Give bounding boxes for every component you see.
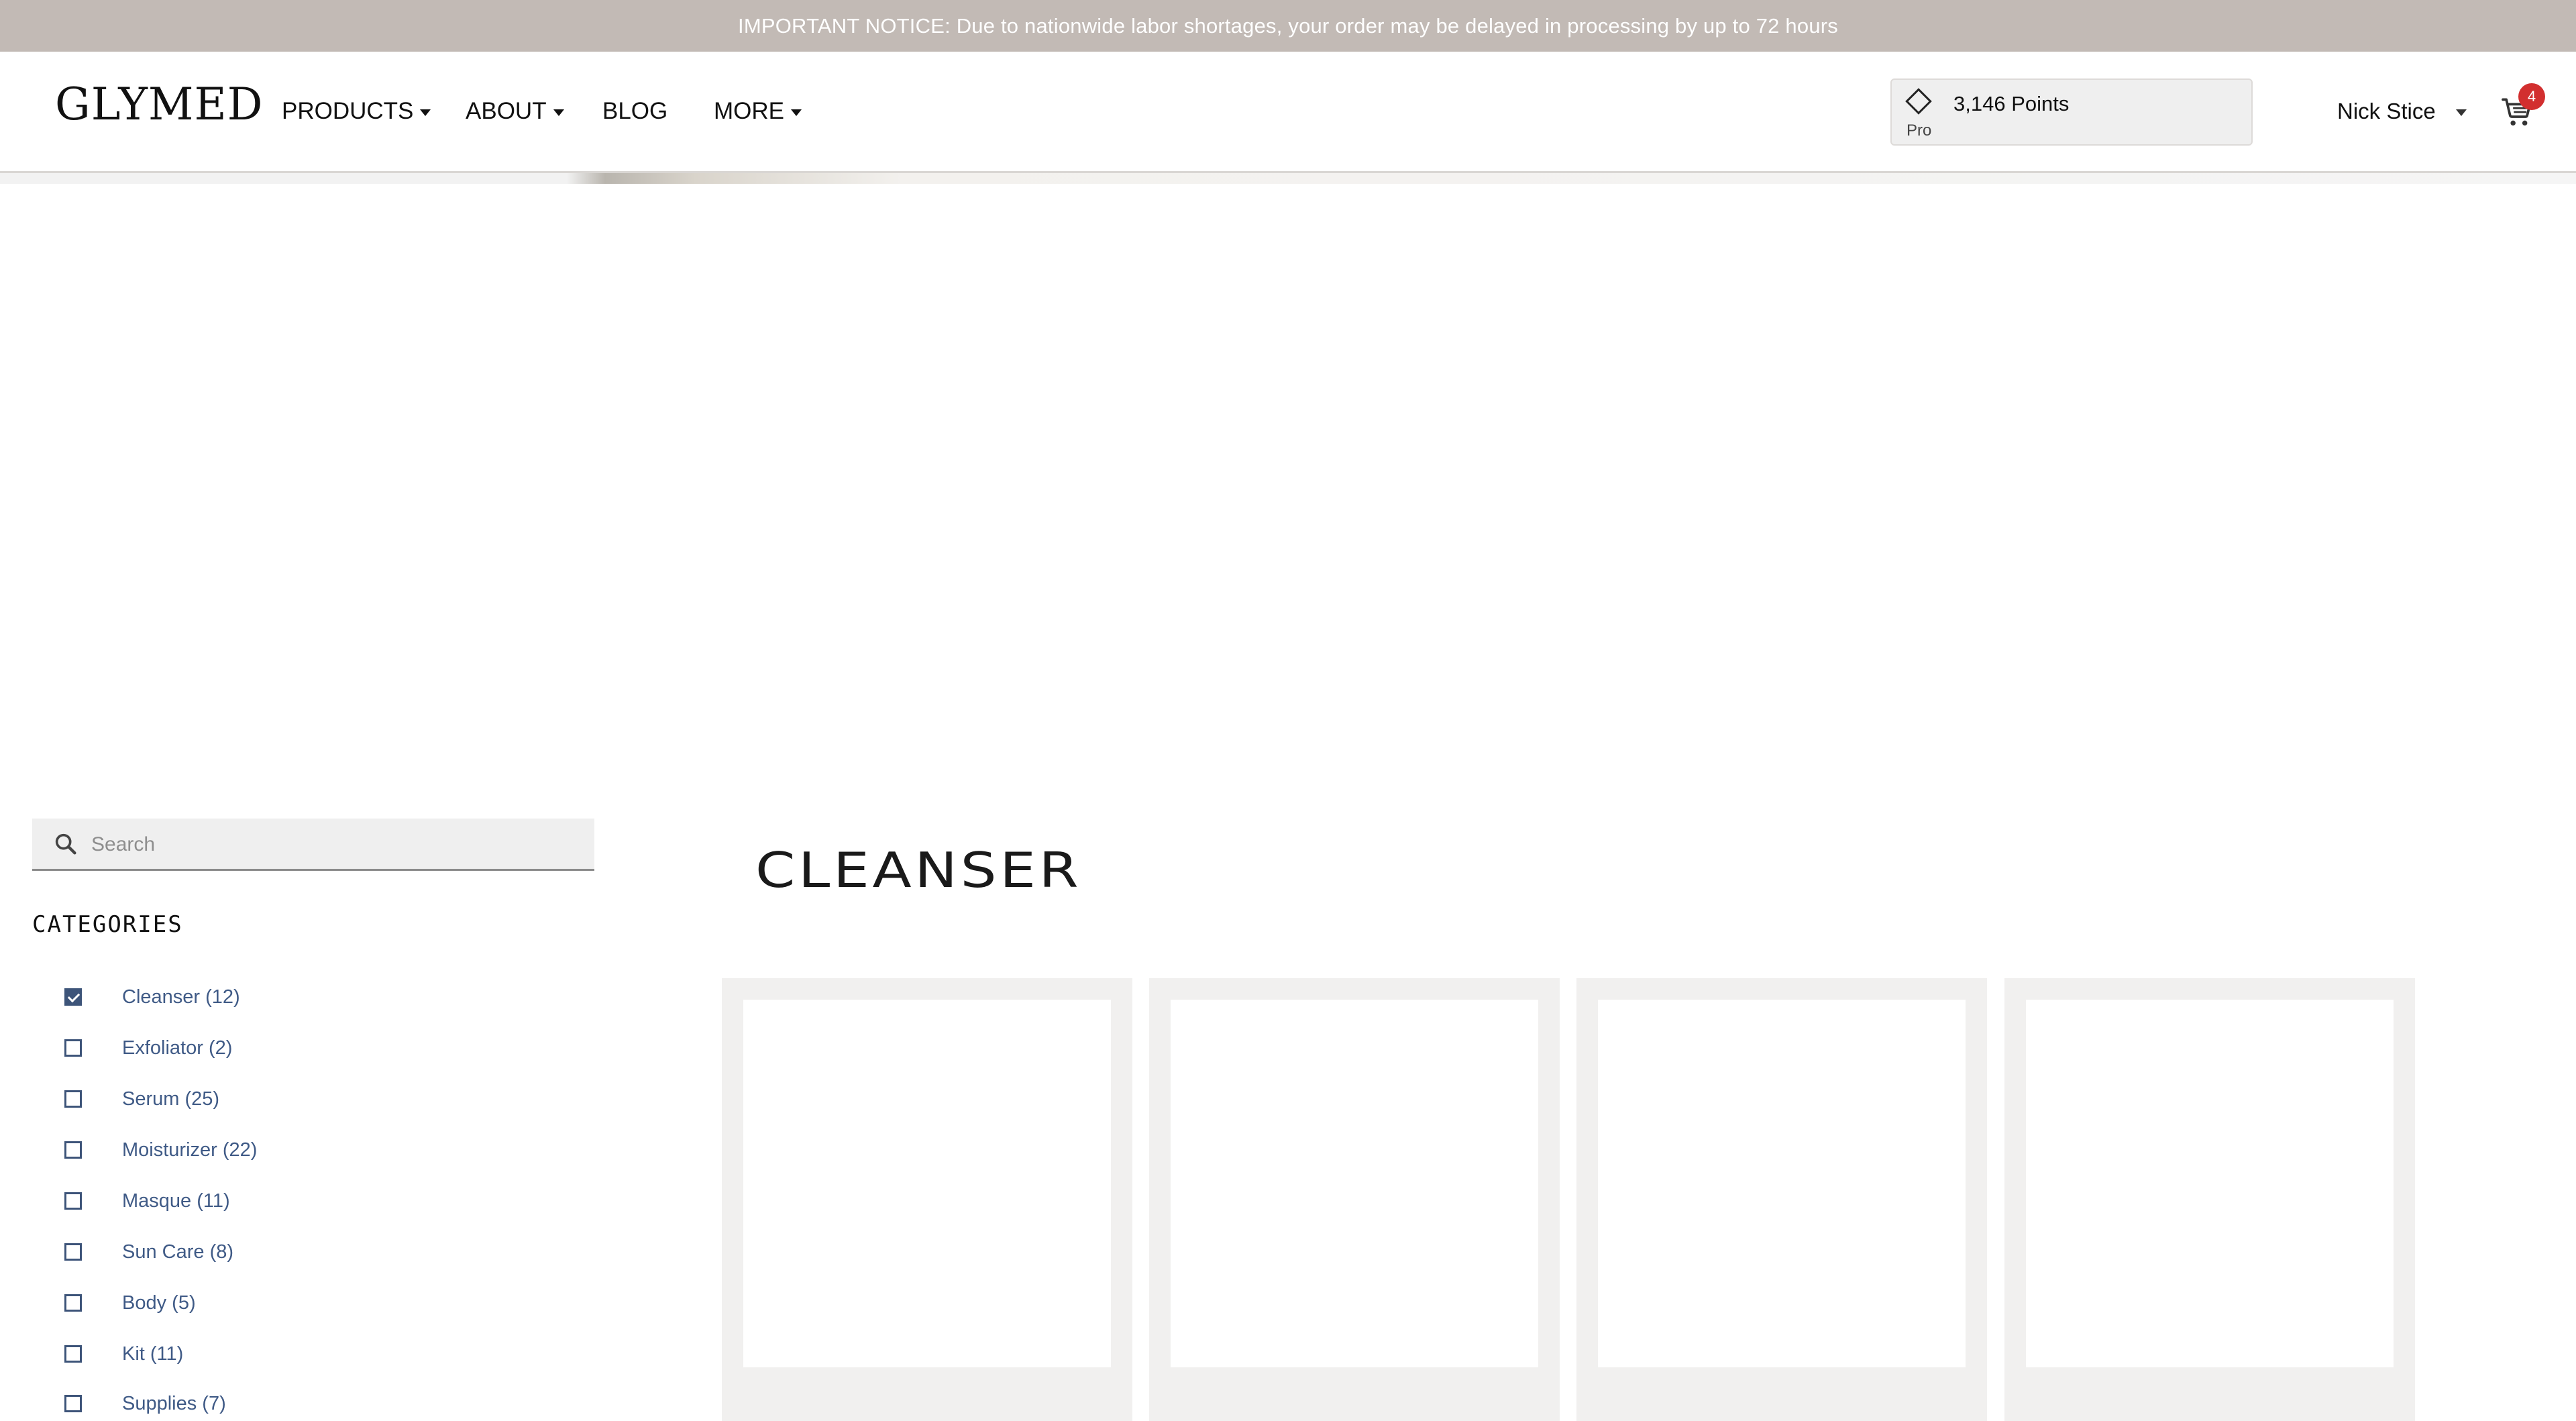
nav-blog-label: BLOG [602, 98, 668, 124]
category-label: Cleanser (12) [122, 986, 240, 1008]
category-label: Masque (11) [122, 1190, 230, 1212]
hero-banner [0, 173, 2576, 184]
user-menu[interactable]: Nick Stice [2337, 52, 2467, 171]
category-kit[interactable]: Kit (11) [64, 1338, 183, 1370]
checkbox[interactable] [64, 1039, 82, 1057]
tier-label: Pro [1907, 121, 1932, 140]
checkbox[interactable] [64, 1345, 82, 1363]
checkbox[interactable] [64, 1243, 82, 1261]
checkbox-checked[interactable] [64, 988, 82, 1006]
category-label: Kit (11) [122, 1343, 184, 1365]
diamond-icon [1905, 88, 1932, 115]
category-cleanser[interactable]: Cleanser (12) [64, 981, 240, 1013]
page-title: CLEANSER [755, 842, 1082, 898]
user-name: Nick Stice [2337, 99, 2436, 123]
search-input[interactable] [90, 819, 576, 870]
category-body[interactable]: Body (5) [64, 1287, 196, 1319]
nav-more-label: MORE [714, 98, 784, 124]
categories-heading: CATEGORIES [32, 911, 183, 938]
cart-count-badge: 4 [2518, 83, 2545, 110]
checkbox[interactable] [64, 1192, 82, 1210]
product-card[interactable] [1149, 978, 1560, 1421]
site-header: GLYMED PRODUCTS ABOUT BLOG MORE 3,146 Po… [0, 52, 2576, 173]
caret-down-icon [2455, 109, 2467, 116]
category-moisturizer[interactable]: Moisturizer (22) [64, 1134, 257, 1166]
nav-about-label: ABOUT [466, 98, 547, 124]
caret-down-icon [420, 109, 431, 116]
product-image-placeholder[interactable] [1598, 1000, 1966, 1367]
glymed-logo[interactable]: GLYMED [55, 83, 264, 127]
category-label: Moisturizer (22) [122, 1139, 258, 1161]
product-image-placeholder[interactable] [2026, 1000, 2394, 1367]
category-serum[interactable]: Serum (25) [64, 1083, 219, 1115]
nav-more[interactable]: MORE [714, 52, 802, 171]
product-card[interactable] [2004, 978, 2415, 1421]
category-label: Supplies (7) [122, 1392, 226, 1414]
points-value: 3,146 Points [1953, 92, 2070, 115]
category-label: Exfoliator (2) [122, 1037, 233, 1059]
product-image-placeholder[interactable] [743, 1000, 1111, 1367]
caret-down-icon [791, 109, 802, 116]
product-image-placeholder[interactable] [1171, 1000, 1538, 1367]
notice-banner: IMPORTANT NOTICE: Due to nationwide labo… [0, 0, 2576, 52]
category-sun-care[interactable]: Sun Care (8) [64, 1236, 233, 1268]
caret-down-icon [553, 109, 564, 116]
nav-products-label: PRODUCTS [282, 98, 414, 124]
checkbox[interactable] [64, 1090, 82, 1108]
nav-products[interactable]: PRODUCTS [282, 52, 431, 171]
nav-blog[interactable]: BLOG [602, 52, 667, 171]
search-icon [55, 833, 76, 855]
category-masque[interactable]: Masque (11) [64, 1185, 230, 1217]
category-exfoliator[interactable]: Exfoliator (2) [64, 1032, 232, 1064]
category-label: Body (5) [122, 1292, 196, 1314]
search-box[interactable] [32, 819, 594, 871]
nav-about[interactable]: ABOUT [466, 52, 564, 171]
checkbox[interactable] [64, 1294, 82, 1312]
checkbox[interactable] [64, 1395, 82, 1412]
product-card[interactable] [722, 978, 1132, 1421]
category-label: Serum (25) [122, 1088, 220, 1110]
rewards-points[interactable]: 3,146 Points Pro [1890, 78, 2253, 146]
notice-text: IMPORTANT NOTICE: Due to nationwide labo… [738, 13, 1838, 38]
product-card[interactable] [1576, 978, 1987, 1421]
category-label: Sun Care (8) [122, 1241, 234, 1263]
category-supplies[interactable]: Supplies (7) [64, 1387, 226, 1420]
checkbox[interactable] [64, 1141, 82, 1159]
